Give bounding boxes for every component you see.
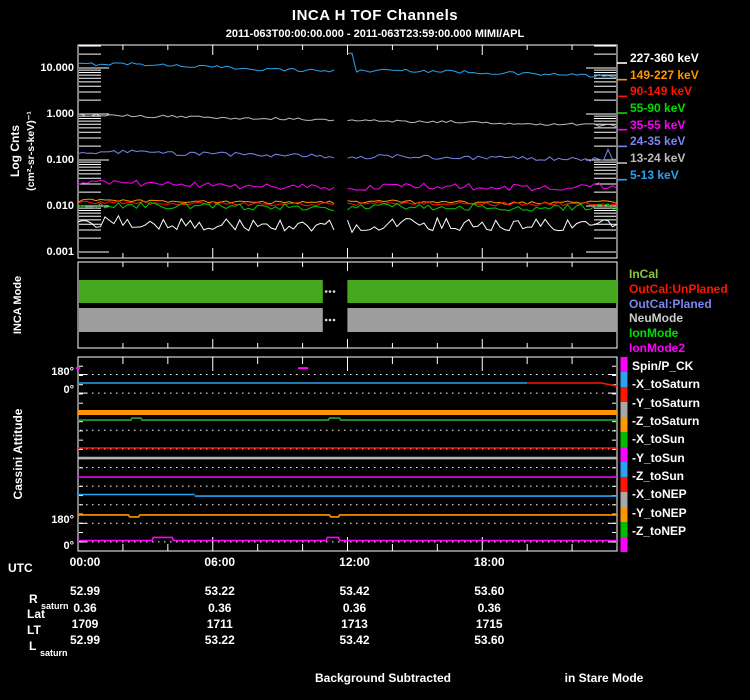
- time-range-subtitle: 2011-063T00:00:00.000 - 2011-063T23:59:0…: [225, 28, 525, 40]
- flux-legend-item: 55-90 keV: [630, 101, 686, 115]
- ephemeris-value: 0.36: [477, 601, 501, 615]
- attitude-legend-item: -Z_toSaturn: [632, 413, 700, 428]
- flux-legend-item: 35-55 keV: [630, 117, 686, 132]
- flux-legend-item: 5-13 keV: [630, 167, 679, 182]
- ephemeris-value: 53.42: [339, 584, 370, 598]
- attitude-legend-item: -Y_toNEP: [632, 505, 687, 520]
- ephemeris-value: 0.36: [208, 601, 232, 615]
- attitude-color-swatch: [620, 387, 628, 402]
- flux-ytick-0p01: 0.010: [46, 200, 74, 212]
- ephemeris-row-label-lt: LT: [27, 623, 41, 637]
- attitude-legend-item: -X_toSaturn: [632, 377, 701, 392]
- utc-tick-label: 06:00: [204, 555, 236, 569]
- mode-legend-item: IonMode: [629, 326, 679, 341]
- utc-tick-label: 00:00: [69, 555, 101, 569]
- ephemeris-row-label-l: L: [29, 639, 37, 653]
- attitude-color-swatch: [620, 402, 628, 417]
- attitude-ytick-0-top: 0°: [63, 384, 74, 396]
- attitude-color-swatch: [620, 447, 628, 462]
- ephemeris-row-label-lat: Lat: [27, 607, 45, 621]
- flux-legend-item: 227-360 keV: [630, 51, 699, 65]
- attitude-legend-item: -X_toSun: [632, 432, 685, 447]
- flux-ytick-1: 1.000: [46, 108, 74, 120]
- utc-tick-label: 12:00: [339, 555, 370, 569]
- ephemeris-value: 53.22: [204, 633, 235, 647]
- flux-legend-item: 13-24 keV: [630, 151, 686, 166]
- flux-ytick-10: 10.000: [40, 62, 74, 74]
- attitude-legend-item: -Z_toSun: [632, 468, 684, 483]
- mode-y-axis-label: INCA Mode: [12, 275, 24, 335]
- attitude-ytick-180-top: 180°: [51, 366, 74, 378]
- ephemeris-value: 1715: [475, 617, 503, 631]
- attitude-legend-item: -Y_toSun: [632, 450, 685, 465]
- ephemeris-value: 53.60: [474, 633, 505, 647]
- attitude-color-swatch: [620, 537, 628, 552]
- utc-axis-label: UTC: [8, 561, 33, 575]
- ephemeris-value: 1713: [341, 617, 368, 631]
- ephemeris-value: 53.42: [339, 633, 370, 647]
- flux-legend-item: 149-227 keV: [630, 67, 699, 82]
- ephemeris-value: 52.99: [69, 633, 101, 647]
- attitude-color-swatch: [620, 432, 628, 447]
- attitude-legend-item: -Z_toNEP: [632, 523, 686, 538]
- mode-legend-item: OutCal:Planed: [629, 296, 712, 311]
- attitude-color-swatch: [620, 477, 628, 492]
- ephemeris-row-sub-l: saturn: [40, 648, 68, 658]
- attitude-color-swatch: [620, 462, 628, 477]
- ephemeris-value: 0.36: [342, 601, 367, 615]
- attitude-color-swatch: [620, 522, 628, 537]
- flux-ytick-0p1: 0.100: [46, 154, 74, 166]
- attitude-ytick-0-bot: 0°: [63, 540, 74, 552]
- plot-canvas: INCA H TOF Channels 2011-063T00:00:00.00…: [0, 0, 750, 700]
- attitude-color-swatch: [620, 507, 628, 522]
- page-title: INCA H TOF Channels: [291, 7, 459, 24]
- attitude-color-swatch: [620, 357, 628, 372]
- flux-y-axis-label: Log Cnts: [8, 125, 22, 177]
- mode-legend-item: InCal: [629, 267, 659, 281]
- flux-legend-item: 24-35 keV: [630, 134, 686, 149]
- attitude-legend-item: Spin/P_CK: [632, 359, 694, 373]
- ephemeris-row-label-r: R: [29, 592, 38, 606]
- ephemeris-value: 52.99: [69, 584, 101, 598]
- attitude-ytick-180-bot: 180°: [51, 514, 74, 526]
- ephemeris-value: 1709: [71, 617, 99, 631]
- attitude-color-swatch: [620, 417, 628, 432]
- ephemeris-value: 53.60: [474, 584, 505, 598]
- attitude-legend-item: -X_toNEP: [632, 487, 687, 502]
- attitude-color-swatch: [620, 372, 628, 387]
- ephemeris-value: 1711: [206, 617, 233, 631]
- attitude-legend-item: -Y_toSaturn: [632, 395, 701, 410]
- mode-legend-item: NeuMode: [629, 311, 683, 326]
- mode-legend-item: IonMode2: [629, 341, 685, 355]
- flux-y-axis-units: (cm²-sr-s-keV)⁻¹: [25, 111, 37, 191]
- background-subtracted-note: Background Subtracted: [314, 671, 452, 685]
- ephemeris-value: 53.22: [204, 584, 235, 598]
- stare-mode-note: in Stare Mode: [564, 671, 644, 685]
- attitude-y-axis-label: Cassini Attitude: [11, 408, 25, 500]
- utc-tick-label: 18:00: [473, 555, 505, 569]
- mode-legend-item: OutCal:UnPlaned: [629, 281, 728, 296]
- flux-legend-item: 90-149 keV: [630, 84, 693, 99]
- flux-ytick-0p001: 0.001: [46, 246, 74, 258]
- ephemeris-value: 0.36: [73, 601, 97, 615]
- attitude-color-swatch: [620, 492, 628, 507]
